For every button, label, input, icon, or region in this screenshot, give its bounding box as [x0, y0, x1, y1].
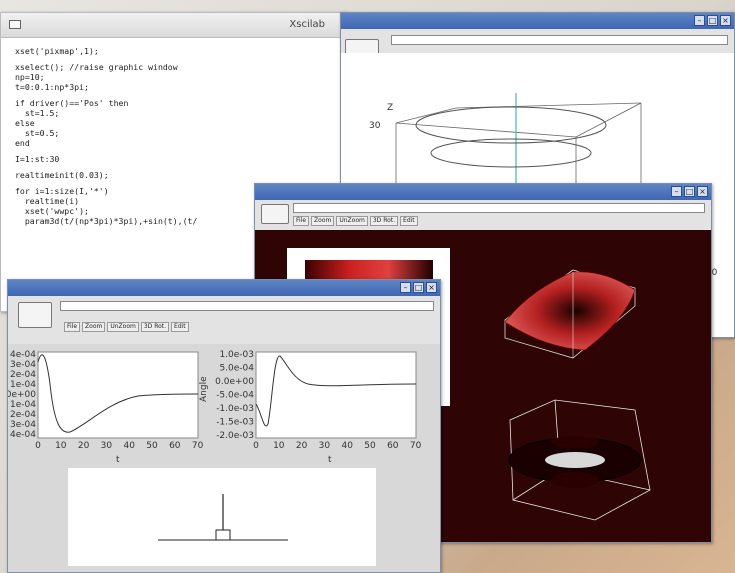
graphic-window-2d: – □ × File Zoom UnZoom 3D Rot. Edit 4e-04 3… [7, 279, 441, 573]
winsurf-toolbar-field[interactable] [293, 203, 705, 213]
helix-curve [415, 106, 607, 168]
tick-label: 20 [296, 441, 308, 451]
tick-label: 50 [146, 441, 158, 451]
menu-unzoom[interactable]: UnZoom [336, 216, 368, 226]
close-icon[interactable]: × [697, 186, 708, 197]
maximize-icon[interactable]: □ [684, 186, 695, 197]
tick-label: 0 [253, 441, 259, 451]
tick-label: 5.0e-04 [219, 364, 254, 374]
right-x-ticks: 0 10 20 30 40 50 60 70 [253, 441, 421, 451]
menu-zoom[interactable]: Zoom [82, 322, 106, 332]
tick-label: 40 [341, 441, 353, 451]
tick-label: 70 [192, 441, 204, 451]
console-titlebar[interactable]: Xscilab [1, 13, 345, 38]
win2d-toolbar-field[interactable] [60, 301, 434, 311]
tick-label: 1.0e-03 [219, 350, 254, 360]
z-axis-tick: 30 [369, 121, 381, 131]
close-icon[interactable]: × [426, 282, 437, 293]
torus-shape [508, 436, 642, 488]
console-window-icon[interactable] [9, 20, 21, 29]
code-line: I=1:st:30 [15, 154, 60, 164]
minimize-icon[interactable]: – [694, 15, 705, 26]
menu-3d-rot[interactable]: 3D Rot. [369, 216, 399, 226]
tick-label: -1.5e-03 [216, 418, 254, 428]
code-line: if driver()=='Pos' then [15, 98, 129, 108]
surface-3d-plot [504, 269, 636, 359]
code-line: xselect(); //raise graphic window [15, 62, 178, 72]
menu-edit[interactable]: Edit [400, 216, 418, 226]
code-line: st=0.5; [15, 128, 60, 138]
tick-label: 10 [273, 441, 285, 451]
close-icon[interactable]: × [720, 15, 731, 26]
win2d-titlebar[interactable]: – □ × [8, 280, 440, 296]
right-plot-xlabel: t [328, 455, 332, 465]
tick-label: 40 [123, 441, 135, 451]
console-title: Xscilab [289, 19, 325, 30]
tick-label: 3e-04 [10, 420, 36, 430]
code-line: realtimeinit(0.03); [15, 170, 109, 180]
right-plot-frame [255, 351, 417, 439]
win3d-titlebar[interactable]: – □ × [341, 13, 734, 29]
tick-label: 2e-04 [10, 410, 36, 420]
winsurf-titlebar[interactable]: – □ × [255, 184, 711, 200]
left-plot-frame [37, 351, 199, 439]
tick-label: 70 [410, 441, 422, 451]
tick-label: 2e-04 [10, 370, 36, 380]
code-line: end [15, 138, 30, 148]
minimize-icon[interactable]: – [671, 186, 682, 197]
maximize-icon[interactable]: □ [413, 282, 424, 293]
left-plot-xlabel: t [116, 455, 120, 465]
z-axis-label: Z [387, 103, 393, 113]
tick-label: 3e-04 [10, 360, 36, 370]
left-x-ticks: 0 10 20 30 40 50 60 70 [35, 441, 203, 451]
tick-label: 60 [169, 441, 181, 451]
tick-label: 20 [78, 441, 90, 451]
winsurf-toolbar-button[interactable] [261, 204, 289, 224]
menu-unzoom[interactable]: UnZoom [107, 322, 139, 332]
left-y-ticks: 4e-043e-042e-041e-040e+001e-042e-043e-04… [8, 350, 36, 440]
tick-label: 4e-04 [10, 350, 36, 360]
menu-3d-rot[interactable]: 3D Rot. [140, 322, 170, 332]
tick-label: 1e-04 [10, 380, 36, 390]
win2d-toolbar-button[interactable] [18, 302, 52, 328]
menu-file[interactable]: File [293, 216, 310, 226]
code-line: t=0:0.1:np*3pi; [15, 82, 89, 92]
tick-label: -2.0e-03 [216, 431, 254, 441]
menu-file[interactable]: File [64, 322, 81, 332]
menu-zoom[interactable]: Zoom [311, 216, 335, 226]
tick-label: 0.0e+00 [215, 377, 254, 387]
tick-label: 60 [387, 441, 399, 451]
pendulum-panel [68, 468, 376, 566]
tick-label: 1e-04 [10, 400, 36, 410]
tick-label: 4e-04 [10, 430, 36, 440]
two-d-plots: 4e-043e-042e-041e-040e+001e-042e-043e-04… [8, 350, 422, 566]
minimize-icon[interactable]: – [400, 282, 411, 293]
right-y-ticks: 1.0e-03 5.0e-04 0.0e+00 -5.0e-04 -1.0e-03 -1.… [215, 350, 254, 441]
win3d-toolbar-field[interactable] [391, 35, 728, 45]
code-line: st=1.5; [15, 108, 60, 118]
code-line: xset('pixmap',1); [15, 46, 99, 56]
menu-edit[interactable]: Edit [171, 322, 189, 332]
tick-label: -5.0e-04 [216, 391, 254, 401]
code-line: else [15, 118, 35, 128]
win2d-plot-area[interactable]: 4e-04 3e-04 2e-04 1e-04 0e+00 1e-04 2e-04 3e-04… [8, 344, 440, 572]
tick-label: 0e+00 [8, 390, 36, 400]
tick-label: 30 [319, 441, 331, 451]
tick-label: 10 [55, 441, 67, 451]
tick-label: 30 [101, 441, 113, 451]
maximize-icon[interactable]: □ [707, 15, 718, 26]
right-plot-ylabel: Angle [199, 376, 209, 402]
pendulum-cart [215, 529, 231, 541]
code-line: np=10; [15, 72, 45, 82]
tick-label: 50 [364, 441, 376, 451]
tick-label: 0 [35, 441, 41, 451]
tick-label: -1.0e-03 [216, 404, 254, 414]
